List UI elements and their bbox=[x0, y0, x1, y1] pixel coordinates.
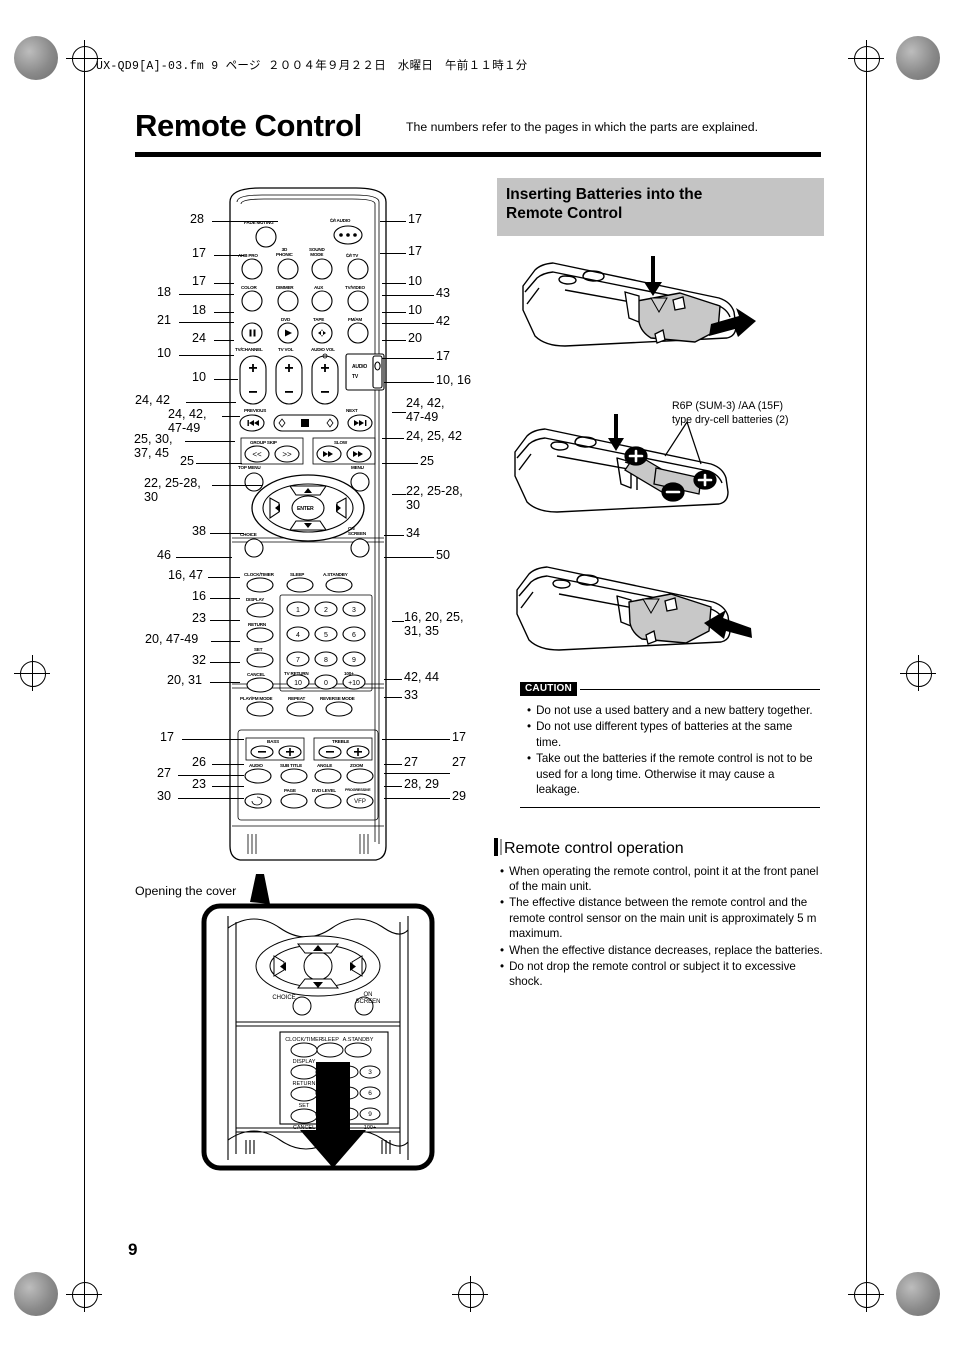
leader-line bbox=[382, 283, 406, 284]
leader-line bbox=[384, 535, 404, 536]
callout-r-27-vfp: 27 bbox=[452, 755, 467, 769]
callout-r-24-25-42: 24, 25, 42 bbox=[406, 429, 463, 443]
callout-r-17-treble: 17 bbox=[452, 730, 467, 744]
callout-r-42: 42 bbox=[436, 314, 451, 328]
page-number: 9 bbox=[128, 1240, 138, 1259]
leader-line bbox=[384, 798, 450, 799]
svg-text:RETURN: RETURN bbox=[293, 1081, 316, 1087]
operation-item: • The effective distance between the remo… bbox=[500, 896, 817, 941]
leader-line bbox=[384, 786, 402, 787]
crop-mark-ring-bottom-left bbox=[72, 1282, 98, 1308]
crop-mark-ring-bottom-right bbox=[854, 1282, 880, 1308]
callout-r-20-fm-am: 20 bbox=[408, 331, 423, 345]
bullet-dot: • bbox=[500, 960, 505, 974]
callout-r-34: 34 bbox=[406, 526, 421, 540]
bullet-dot: • bbox=[500, 943, 505, 957]
callout-r-28-29: 28, 29 bbox=[404, 777, 440, 791]
callout-r-10-sound-mode: 10 bbox=[408, 274, 423, 288]
leader-line bbox=[380, 253, 406, 254]
leader-line bbox=[382, 438, 404, 439]
bullet-dot: • bbox=[500, 896, 505, 910]
leader-line bbox=[382, 323, 434, 324]
leader-line bbox=[384, 557, 434, 558]
leader-line bbox=[382, 295, 434, 296]
callout-r-27-zoom: 27 bbox=[404, 755, 419, 769]
callout-r-16-20-25-31-35: 16, 20, 25, 31, 35 bbox=[404, 610, 464, 639]
callout-r-43: 43 bbox=[436, 286, 451, 300]
leader-line bbox=[392, 621, 404, 622]
leader-line bbox=[384, 764, 402, 765]
registration-dot-bottom-right bbox=[896, 1272, 940, 1316]
callout-r-24-42-47-49: 24, 42, 47-49 bbox=[406, 396, 445, 425]
svg-text:SLEEP: SLEEP bbox=[321, 1037, 339, 1043]
opening-cover-detail: .ol{fill:none;stroke:#000;stroke-width:1… bbox=[198, 872, 438, 1172]
operation-item: • When the effective distance decreases, … bbox=[500, 943, 823, 957]
svg-text:CLOCK/TIMER: CLOCK/TIMER bbox=[285, 1037, 323, 1043]
svg-text:DISPLAY: DISPLAY bbox=[293, 1059, 316, 1065]
svg-text:A.STANDBY: A.STANDBY bbox=[343, 1037, 374, 1043]
callout-r-42-44: 42, 44 bbox=[404, 670, 440, 684]
registration-dot-bottom-left bbox=[14, 1272, 58, 1316]
right-callout-group: 17 17 10 43 10 42 20 17 10, 16 24, 42, 4… bbox=[0, 0, 954, 900]
callout-r-50: 50 bbox=[436, 548, 451, 562]
svg-text:ON: ON bbox=[364, 992, 373, 998]
leader-line bbox=[384, 697, 402, 698]
callout-r-25-menu: 25 bbox=[420, 454, 435, 468]
leader-line bbox=[382, 463, 418, 464]
leader-line bbox=[382, 312, 406, 313]
crop-mark-ring-bottom-center bbox=[458, 1282, 484, 1308]
callout-r-10-16: 10, 16 bbox=[436, 373, 472, 387]
leader-line bbox=[384, 679, 402, 680]
callout-r-29: 29 bbox=[452, 789, 467, 803]
callout-r-17-audio-vol: 17 bbox=[436, 349, 451, 363]
leader-line bbox=[384, 773, 450, 774]
leader-line bbox=[382, 739, 450, 740]
leader-line bbox=[392, 412, 406, 413]
leader-line bbox=[382, 358, 434, 359]
callout-r-10-tv-video: 10 bbox=[408, 303, 423, 317]
svg-text:6: 6 bbox=[368, 1090, 372, 1097]
callout-r-17-power-audio: 17 bbox=[408, 212, 423, 226]
svg-text:SET: SET bbox=[299, 1103, 310, 1109]
svg-text:3: 3 bbox=[368, 1069, 372, 1076]
callout-r-17-power-tv: 17 bbox=[408, 244, 423, 258]
leader-line bbox=[380, 221, 406, 222]
svg-text:SCREEN: SCREEN bbox=[355, 999, 380, 1005]
callout-r-33: 33 bbox=[404, 688, 419, 702]
callout-r-22-25-28-30: 22, 25-28, 30 bbox=[406, 484, 463, 513]
svg-text:CHOICE: CHOICE bbox=[272, 995, 295, 1001]
operation-item: • Do not drop the remote control or subje… bbox=[500, 960, 796, 989]
leader-line bbox=[384, 382, 434, 383]
leader-line bbox=[382, 340, 406, 341]
svg-text:9: 9 bbox=[368, 1111, 372, 1118]
leader-line bbox=[392, 494, 406, 495]
